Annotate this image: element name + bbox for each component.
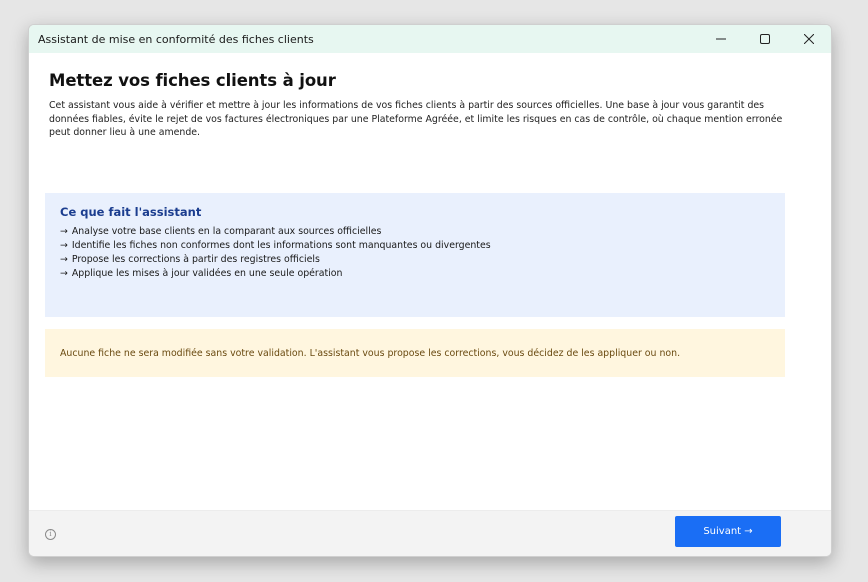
arrow-right-icon: → xyxy=(60,240,68,251)
maximize-button[interactable] xyxy=(743,25,787,53)
list-item: → Analyse votre base clients en la compar… xyxy=(60,226,382,237)
list-item: → Applique les mises à jour validées en u… xyxy=(60,268,343,279)
arrow-right-icon: → xyxy=(60,268,68,279)
info-icon[interactable]: i xyxy=(45,529,56,540)
list-item: → Propose les corrections à partir des re… xyxy=(60,254,320,265)
arrow-right-icon: → xyxy=(60,226,68,237)
features-list: → Analyse votre base clients en la compar… xyxy=(60,225,491,281)
list-item: → Identifie les fiches non conformes dont… xyxy=(60,240,491,251)
validation-notice: Aucune fiche ne sera modifiée sans votre… xyxy=(45,329,785,377)
wizard-window: Assistant de mise en conformité des fich… xyxy=(28,24,832,557)
arrow-right-icon: → xyxy=(60,254,68,265)
notice-text: Aucune fiche ne sera modifiée sans votre… xyxy=(60,347,681,359)
close-button[interactable] xyxy=(787,25,831,53)
main-content: Mettez vos fiches clients à jour Cet ass… xyxy=(29,53,831,510)
window-title: Assistant de mise en conformité des fich… xyxy=(38,32,314,46)
minimize-icon xyxy=(716,38,726,40)
close-icon xyxy=(804,34,814,44)
page-title: Mettez vos fiches clients à jour xyxy=(49,71,336,90)
minimize-button[interactable] xyxy=(699,25,743,53)
next-button[interactable]: Suivant → xyxy=(675,516,781,547)
maximize-icon xyxy=(760,34,770,44)
title-bar: Assistant de mise en conformité des fich… xyxy=(29,25,831,53)
features-heading: Ce que fait l'assistant xyxy=(60,205,202,219)
features-panel: Ce que fait l'assistant → Analyse votre b… xyxy=(45,193,785,317)
footer-bar: i Suivant → xyxy=(29,510,831,556)
intro-text: Cet assistant vous aide à vérifier et me… xyxy=(49,100,783,139)
